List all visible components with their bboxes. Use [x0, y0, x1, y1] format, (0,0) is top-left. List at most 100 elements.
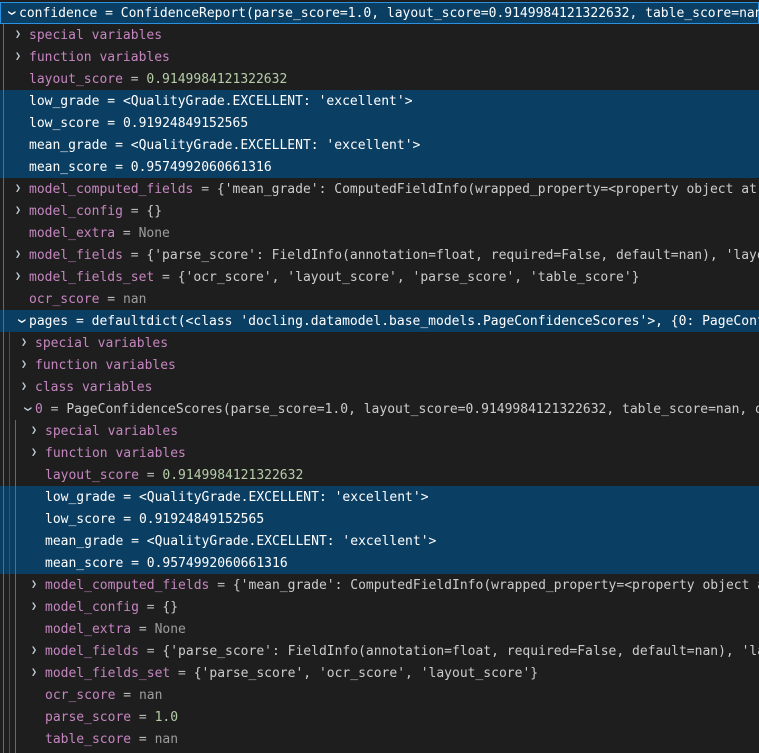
equals-sign: =	[107, 160, 130, 175]
chevron-right-icon[interactable]: ❯	[29, 574, 45, 596]
variable-value: {'mean_grade': ComputedFieldInfo(wrapped…	[233, 578, 759, 593]
variable-row[interactable]: ❯pages = defaultdict(<class 'docling.dat…	[0, 310, 759, 332]
variable-row[interactable]: ❯model_fields_set = {'parse_score', 'ocr…	[0, 662, 759, 684]
variable-row[interactable]: mean_score = 0.9574992060661316	[0, 156, 759, 178]
equals-sign: =	[131, 732, 154, 747]
chevron-right-icon[interactable]: ❯	[13, 46, 29, 68]
equals-sign: =	[139, 644, 162, 659]
variable-row[interactable]: mean_grade = <QualityGrade.EXCELLENT: 'e…	[0, 134, 759, 156]
variable-value: {'mean_grade': ComputedFieldInfo(wrapped…	[217, 182, 759, 197]
chevron-right-icon[interactable]: ❯	[19, 376, 35, 398]
variable-name: layout_score	[45, 468, 139, 483]
variable-row[interactable]: parse_score = 1.0	[0, 706, 759, 728]
chevron-right-icon[interactable]: ❯	[29, 442, 45, 464]
equals-sign: =	[139, 600, 162, 615]
chevron-right-icon[interactable]: ❯	[13, 24, 29, 46]
indent-guide	[15, 420, 16, 753]
variable-name: low_score	[29, 116, 99, 131]
variable-value: nan	[139, 688, 162, 703]
variable-row[interactable]: mean_grade = <QualityGrade.EXCELLENT: 'e…	[0, 530, 759, 552]
variable-row[interactable]: ❯special variables	[0, 420, 759, 442]
variable-row[interactable]: model_extra = None	[0, 222, 759, 244]
equals-sign: =	[193, 182, 216, 197]
variable-value: defaultdict(<class 'docling.datamodel.ba…	[92, 314, 759, 329]
variable-row[interactable]: ❯class variables	[0, 376, 759, 398]
variable-value: nan	[123, 292, 146, 307]
variable-row[interactable]: layout_score = 0.9149984121322632	[0, 464, 759, 486]
variable-value: {'parse_score', 'ocr_score', 'layout_sco…	[194, 666, 538, 681]
variable-value: None	[155, 622, 186, 637]
variable-row[interactable]: ❯0 = PageConfidenceScores(parse_score=1.…	[0, 398, 759, 420]
variable-value: {}	[146, 204, 162, 219]
equals-sign: =	[123, 204, 146, 219]
indent-guide	[3, 24, 4, 753]
variable-row[interactable]: ❯model_fields = {'parse_score': FieldInf…	[0, 640, 759, 662]
chevron-down-icon[interactable]: ❯	[16, 401, 38, 417]
variable-value: <QualityGrade.EXCELLENT: 'excellent'>	[147, 534, 437, 549]
variable-row[interactable]: ❯function variables	[0, 354, 759, 376]
variable-value: 0.91924849152565	[139, 512, 264, 527]
variable-row[interactable]: ❯model_config = {}	[0, 200, 759, 222]
indent-guide	[9, 332, 10, 753]
variable-name: function variables	[29, 50, 170, 65]
variable-row[interactable]: ❯special variables	[0, 24, 759, 46]
chevron-right-icon[interactable]: ❯	[19, 354, 35, 376]
variable-row[interactable]: ❯model_computed_fields = {'mean_grade': …	[0, 178, 759, 200]
chevron-right-icon[interactable]: ❯	[29, 640, 45, 662]
chevron-down-icon[interactable]: ❯	[0, 5, 22, 21]
variable-value: 0.9574992060661316	[147, 556, 288, 571]
variable-value: 0.9149984121322632	[162, 468, 303, 483]
variable-row[interactable]: low_grade = <QualityGrade.EXCELLENT: 'ex…	[0, 486, 759, 508]
variable-row[interactable]: ocr_score = nan	[0, 684, 759, 706]
variable-row[interactable]: ❯model_fields_set = {'ocr_score', 'layou…	[0, 266, 759, 288]
variable-name: low_score	[45, 512, 115, 527]
chevron-right-icon[interactable]: ❯	[29, 420, 45, 442]
chevron-right-icon[interactable]: ❯	[13, 178, 29, 200]
variable-row[interactable]: low_score = 0.91924849152565	[0, 112, 759, 134]
chevron-down-icon[interactable]: ❯	[10, 313, 32, 329]
variables-panel: ❯confidence = ConfidenceReport(parse_sco…	[0, 0, 759, 753]
equals-sign: =	[123, 72, 146, 87]
variable-name: mean_grade	[45, 534, 123, 549]
equals-sign: =	[123, 248, 146, 263]
equals-sign: =	[99, 292, 122, 307]
variable-row[interactable]: table_score = nan	[0, 728, 759, 750]
variable-name: confidence	[19, 6, 97, 21]
chevron-right-icon[interactable]: ❯	[13, 200, 29, 222]
variable-row[interactable]: ❯confidence = ConfidenceReport(parse_sco…	[0, 2, 759, 24]
variable-row[interactable]: low_grade = <QualityGrade.EXCELLENT: 'ex…	[0, 90, 759, 112]
chevron-right-icon[interactable]: ❯	[19, 332, 35, 354]
variable-value: nan	[155, 732, 178, 747]
variable-name: layout_score	[29, 72, 123, 87]
variable-row[interactable]: ❯model_fields = {'parse_score': FieldInf…	[0, 244, 759, 266]
variable-row[interactable]: ocr_score = nan	[0, 288, 759, 310]
chevron-right-icon[interactable]: ❯	[29, 596, 45, 618]
variable-value: {}	[162, 600, 178, 615]
variable-row[interactable]: model_extra = None	[0, 618, 759, 640]
variable-name: function variables	[45, 446, 186, 461]
variable-name: low_grade	[45, 490, 115, 505]
variable-row[interactable]: low_score = 0.91924849152565	[0, 508, 759, 530]
equals-sign: =	[115, 226, 138, 241]
equals-sign: =	[123, 534, 146, 549]
equals-sign: =	[209, 578, 232, 593]
variable-name: pages	[29, 314, 68, 329]
chevron-right-icon[interactable]: ❯	[13, 244, 29, 266]
variable-name: model_computed_fields	[29, 182, 193, 197]
variable-value: 1.0	[155, 710, 178, 725]
variable-name: model_computed_fields	[45, 578, 209, 593]
variable-row[interactable]: ❯model_config = {}	[0, 596, 759, 618]
variable-name: special variables	[35, 336, 168, 351]
variable-row[interactable]: ❯special variables	[0, 332, 759, 354]
equals-sign: =	[99, 94, 122, 109]
variable-row[interactable]: ❯function variables	[0, 46, 759, 68]
variable-value: 0.9149984121322632	[146, 72, 287, 87]
chevron-right-icon[interactable]: ❯	[13, 266, 29, 288]
variable-row[interactable]: ❯model_computed_fields = {'mean_grade': …	[0, 574, 759, 596]
equals-sign: =	[97, 6, 120, 21]
variable-name: mean_score	[29, 160, 107, 175]
chevron-right-icon[interactable]: ❯	[29, 662, 45, 684]
variable-row[interactable]: layout_score = 0.9149984121322632	[0, 68, 759, 90]
variable-row[interactable]: ❯function variables	[0, 442, 759, 464]
variable-row[interactable]: mean_score = 0.9574992060661316	[0, 552, 759, 574]
